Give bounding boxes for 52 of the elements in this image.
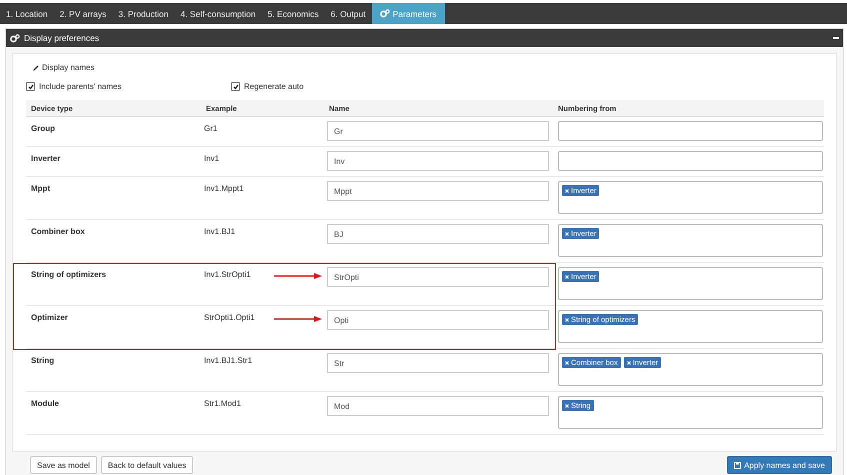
tab[interactable]: 6. Output: [324, 3, 372, 24]
checkbox-label: Include parents' names: [39, 82, 122, 91]
remove-icon[interactable]: [565, 318, 569, 322]
device-type-cell-text: String of optimizers: [30, 269, 108, 279]
tab[interactable]: 4. Self-consumption: [174, 3, 262, 24]
secondary-button[interactable]: Save as model: [30, 456, 97, 474]
remove-icon[interactable]: [565, 360, 569, 364]
tab[interactable]: 1. Location: [0, 3, 54, 24]
save-icon: [734, 462, 742, 468]
numbering-field[interactable]: [558, 151, 823, 171]
example-cell-text: Inv1.BJ1: [203, 226, 236, 236]
example-cell-text: Inv1: [203, 153, 220, 163]
remove-icon[interactable]: [565, 232, 569, 236]
name-field[interactable]: Mppt: [327, 181, 549, 201]
name-field[interactable]: Gr: [327, 121, 549, 141]
device-type-cell-text: Inverter: [30, 153, 62, 163]
section-title: Display names: [42, 63, 94, 72]
remove-icon[interactable]: [565, 404, 569, 408]
example-cell-text: Inv1.BJ1.Str1: [203, 355, 254, 365]
secondary-button[interactable]: Back to default values: [100, 456, 194, 474]
device-type-cell-text: Group: [30, 123, 56, 133]
example-cell-text: Str1.Mod1: [203, 398, 242, 408]
gears-icon: [380, 9, 390, 18]
checkbox[interactable]: [26, 82, 35, 91]
device-type-cell-text: Combiner box: [30, 226, 86, 236]
pencil-icon: [33, 64, 39, 70]
checkbox-label: Regenerate auto: [244, 82, 304, 91]
example-cell-text: Inv1.Mppt1: [203, 183, 245, 193]
tab[interactable]: 5. Economics: [262, 3, 325, 24]
gears-icon: [10, 34, 20, 42]
name-field[interactable]: StrOpti: [327, 267, 549, 287]
numbering-field[interactable]: [558, 121, 823, 141]
device-type-cell-text: Mppt: [30, 183, 52, 193]
name-field[interactable]: Mod: [327, 396, 549, 416]
name-field[interactable]: Inv: [327, 151, 549, 171]
panel-title: Display preferences: [24, 33, 100, 43]
apply-button[interactable]: Apply names and save: [727, 456, 832, 474]
example-cell-text: Inv1.StrOpti1: [203, 269, 252, 279]
remove-icon[interactable]: [565, 188, 569, 192]
checkbox[interactable]: [231, 82, 240, 91]
device-type-cell-text: Module: [30, 398, 60, 408]
tab[interactable]: 2. PV arrays: [54, 3, 112, 24]
tab[interactable]: 3. Production: [112, 3, 174, 24]
device-type-cell-text: Optimizer: [30, 312, 69, 322]
name-field[interactable]: BJ: [327, 224, 549, 244]
example-cell-text: Gr1: [203, 123, 218, 133]
example-cell-text: StrOpti1.Opti1: [203, 312, 256, 322]
device-type-cell-text: String: [30, 355, 56, 365]
remove-icon[interactable]: [565, 274, 569, 278]
name-field[interactable]: Str: [327, 353, 549, 373]
remove-icon[interactable]: [626, 360, 631, 364]
name-field[interactable]: Opti: [327, 310, 549, 330]
